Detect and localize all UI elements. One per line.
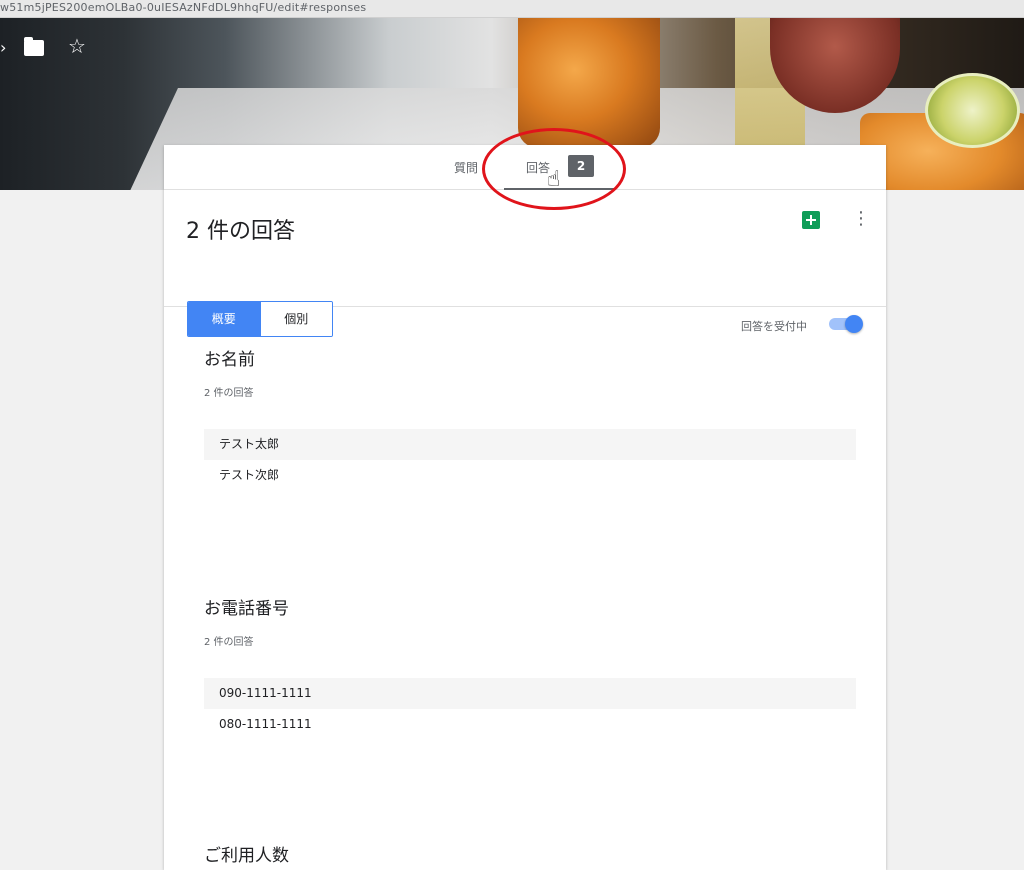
tab-questions[interactable]: 質問 <box>454 159 478 176</box>
view-toggle: 概要 個別 <box>187 301 333 337</box>
arrow-icon[interactable]: › <box>0 38 6 58</box>
answer-item: テスト次郎 <box>219 468 280 482</box>
question-summary: お名前 2 件の回答 テスト太郎 テスト次郎 <box>204 345 856 491</box>
answer-item: 080-1111-1111 <box>219 717 312 731</box>
accepting-responses-label: 回答を受付中 <box>741 320 807 333</box>
summary-tab-button[interactable]: 概要 <box>188 302 260 336</box>
folder-icon[interactable] <box>24 37 44 56</box>
responses-header: 2 件の回答 概要 個別 回答を受付中 <box>164 191 886 337</box>
address-bar[interactable]: w51m5jPES200emOLBa0-0uIESAzNFdDL9hhqFU/e… <box>0 0 1024 18</box>
answer-item: テスト太郎 <box>204 429 856 460</box>
accepting-responses-toggle[interactable] <box>829 315 863 333</box>
response-count: 2 件の回答 <box>204 388 254 399</box>
answer-list: 090-1111-1111 080-1111-1111 <box>204 678 856 740</box>
responses-card: 質問 回答 2 ☝ 2 件の回答 概要 個別 回答を受付中 ⋮ お名前 2 件の… <box>164 145 886 870</box>
star-icon[interactable]: ☆ <box>68 36 86 56</box>
header-image-lime <box>925 73 1020 148</box>
sheets-icon[interactable] <box>802 211 820 229</box>
toggle-thumb <box>845 315 863 333</box>
question-summary: お電話番号 2 件の回答 090-1111-1111 080-1111-1111 <box>204 594 856 740</box>
answer-list: テスト太郎 テスト次郎 <box>204 429 856 491</box>
response-count: 2 件の回答 <box>204 637 254 648</box>
question-title: ご利用人数 <box>204 846 289 866</box>
individual-tab-button[interactable]: 個別 <box>259 302 332 336</box>
annotation-circle <box>482 128 626 210</box>
more-vert-icon[interactable]: ⋮ <box>852 210 870 228</box>
question-title: お電話番号 <box>204 599 289 619</box>
responses-title: 2 件の回答 <box>186 219 295 244</box>
question-title: お名前 <box>204 350 255 370</box>
question-summary: ご利用人数 <box>204 841 856 866</box>
answer-item: 090-1111-1111 <box>204 678 856 709</box>
address-bar-url[interactable]: w51m5jPES200emOLBa0-0uIESAzNFdDL9hhqFU/e… <box>0 1 366 14</box>
